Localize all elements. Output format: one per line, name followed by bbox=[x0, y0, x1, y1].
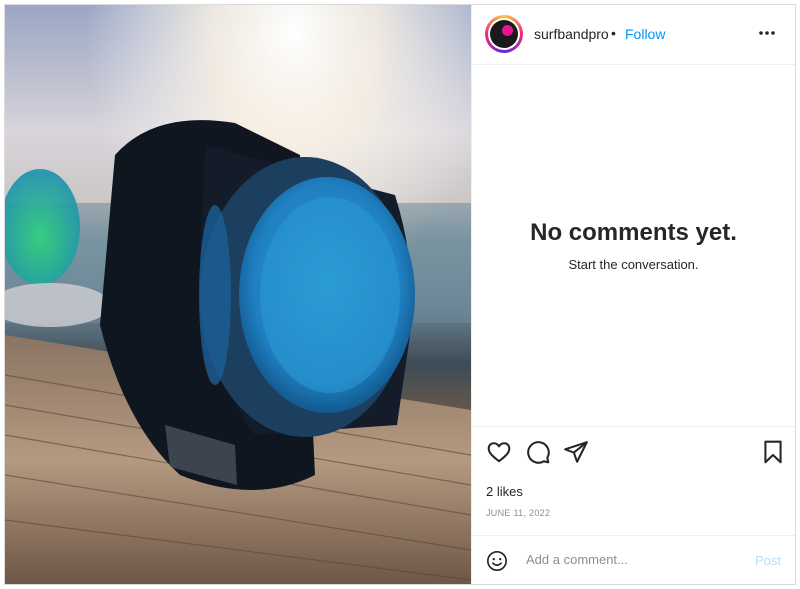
comment-bar: Post bbox=[472, 535, 795, 584]
username-link[interactable]: surfbandpro bbox=[534, 26, 609, 42]
post-header: surfbandpro • Follow bbox=[472, 5, 795, 65]
comment-input[interactable] bbox=[526, 552, 736, 567]
likes-count[interactable]: 2 likes bbox=[486, 484, 523, 499]
post-date: JUNE 11, 2022 bbox=[486, 508, 551, 518]
comment-icon[interactable] bbox=[525, 439, 551, 465]
bookmark-icon[interactable] bbox=[760, 439, 786, 465]
avatar-dot bbox=[502, 25, 513, 36]
watch-photo bbox=[5, 5, 471, 584]
post-image[interactable] bbox=[5, 5, 471, 584]
action-bar bbox=[472, 426, 795, 476]
post-side-panel: surfbandpro • Follow No comments yet. St… bbox=[471, 5, 795, 584]
send-icon[interactable] bbox=[563, 439, 589, 465]
header-separator: • bbox=[611, 25, 616, 41]
empty-comments-subtitle: Start the conversation. bbox=[568, 257, 699, 272]
empty-comments-title: No comments yet. bbox=[530, 219, 737, 246]
more-options-icon[interactable] bbox=[757, 23, 777, 43]
avatar[interactable] bbox=[485, 15, 523, 53]
heart-icon[interactable] bbox=[486, 439, 512, 465]
emoji-icon[interactable] bbox=[486, 550, 508, 572]
post-comment-button[interactable]: Post bbox=[755, 553, 781, 568]
avatar-image bbox=[490, 20, 518, 48]
comments-empty-state: No comments yet. Start the conversation. bbox=[472, 65, 795, 425]
follow-button[interactable]: Follow bbox=[625, 26, 665, 42]
avatar-ring bbox=[488, 18, 520, 50]
post-card: surfbandpro • Follow No comments yet. St… bbox=[4, 4, 796, 585]
